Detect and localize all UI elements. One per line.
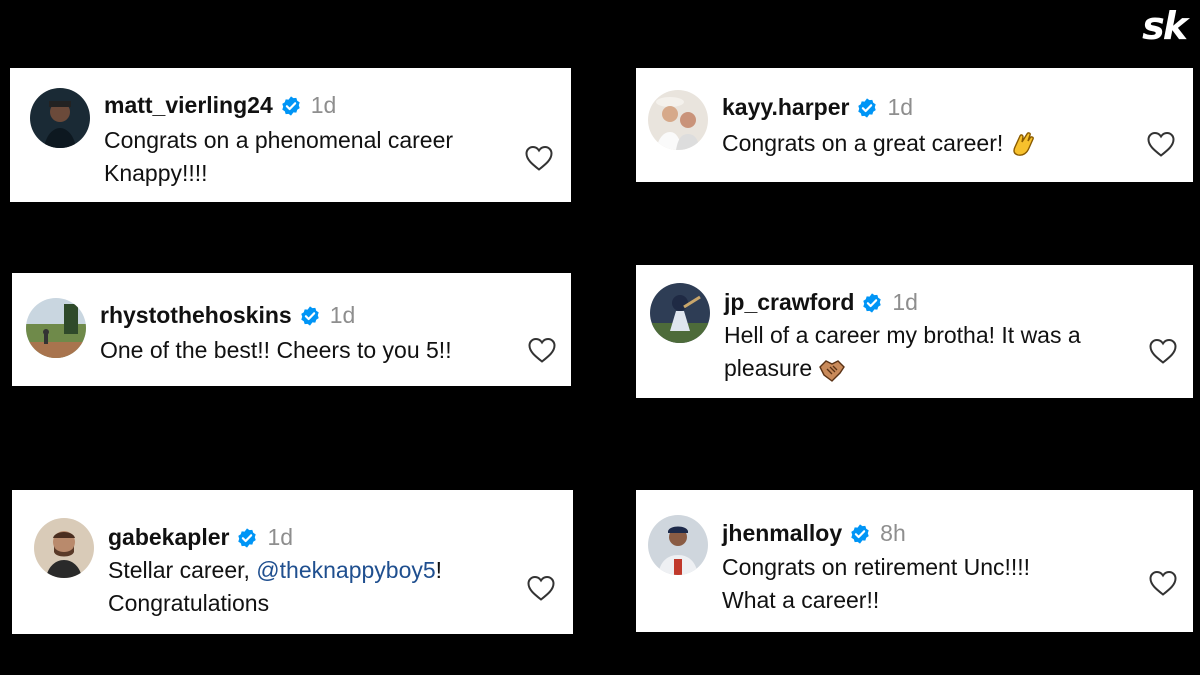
verified-icon [280,95,302,117]
like-heart-icon[interactable] [526,574,556,602]
avatar[interactable] [34,518,94,578]
comment-text: Congrats on a phenomenal career Knappy!!… [104,127,454,186]
verified-icon [299,305,321,327]
timestamp: 1d [267,524,294,550]
ballplayer-avatar-icon [650,283,710,343]
comment-text: Stellar career, @theknappyboy5! Congratu… [108,557,443,616]
avatar[interactable] [650,283,710,343]
person-avatar-icon [34,518,94,578]
comment-card: matt_vierling24 1d Congrats on a phenome… [10,68,571,202]
verified-icon [861,292,883,314]
timestamp: 1d [892,289,918,315]
avatar[interactable] [648,90,708,150]
timestamp: 1d [310,92,337,118]
username[interactable]: rhystothehoskins [100,302,292,329]
username[interactable]: matt_vierling24 [104,92,273,119]
username[interactable]: jp_crawford [724,289,854,316]
verified-icon [856,97,878,119]
comment-text: Congrats on retirement Unc!!!! What a ca… [722,554,1031,613]
avatar[interactable] [30,88,90,148]
couple-avatar-icon [648,90,708,150]
comment-text: Hell of a career my brotha! It was a ple… [724,322,1081,382]
field-avatar-icon [26,298,86,358]
avatar[interactable] [26,298,86,358]
username[interactable]: jhenmalloy [722,520,842,547]
like-heart-icon[interactable] [1148,569,1178,597]
avatar[interactable] [648,515,708,575]
like-heart-icon[interactable] [1146,130,1176,158]
like-heart-icon[interactable] [524,144,554,172]
verified-icon [236,527,258,549]
like-heart-icon[interactable] [1148,337,1178,365]
username[interactable]: kayy.harper [722,94,849,121]
comment-card: jp_crawford 1d Hell of a career my broth… [636,265,1193,398]
comment-card: kayy.harper 1d Congrats on a great caree… [636,68,1193,182]
comment-text: One of the best!! Cheers to you 5!! [100,337,452,363]
timestamp: 1d [887,94,914,120]
timestamp: 1d [329,302,356,328]
comment-card: gabekapler 1d Stellar career, @theknappy… [12,490,573,634]
timestamp: 8h [880,520,906,546]
like-heart-icon[interactable] [527,336,557,364]
handshake-icon [819,360,846,382]
username[interactable]: gabekapler [108,524,229,551]
comment-text: Congrats on a great career! [722,127,1037,160]
sk-logo: sk [1142,4,1188,48]
mention-link[interactable]: @theknappyboy5 [256,557,435,583]
comment-card: rhystothehoskins 1d One of the best!! Ch… [12,273,571,386]
person-avatar-icon [30,88,90,148]
verified-icon [849,523,871,545]
ballplayer-avatar-icon [648,515,708,575]
comment-card: jhenmalloy 8h Congrats on retirement Unc… [636,490,1193,632]
clapping-hands-icon [1013,132,1035,156]
